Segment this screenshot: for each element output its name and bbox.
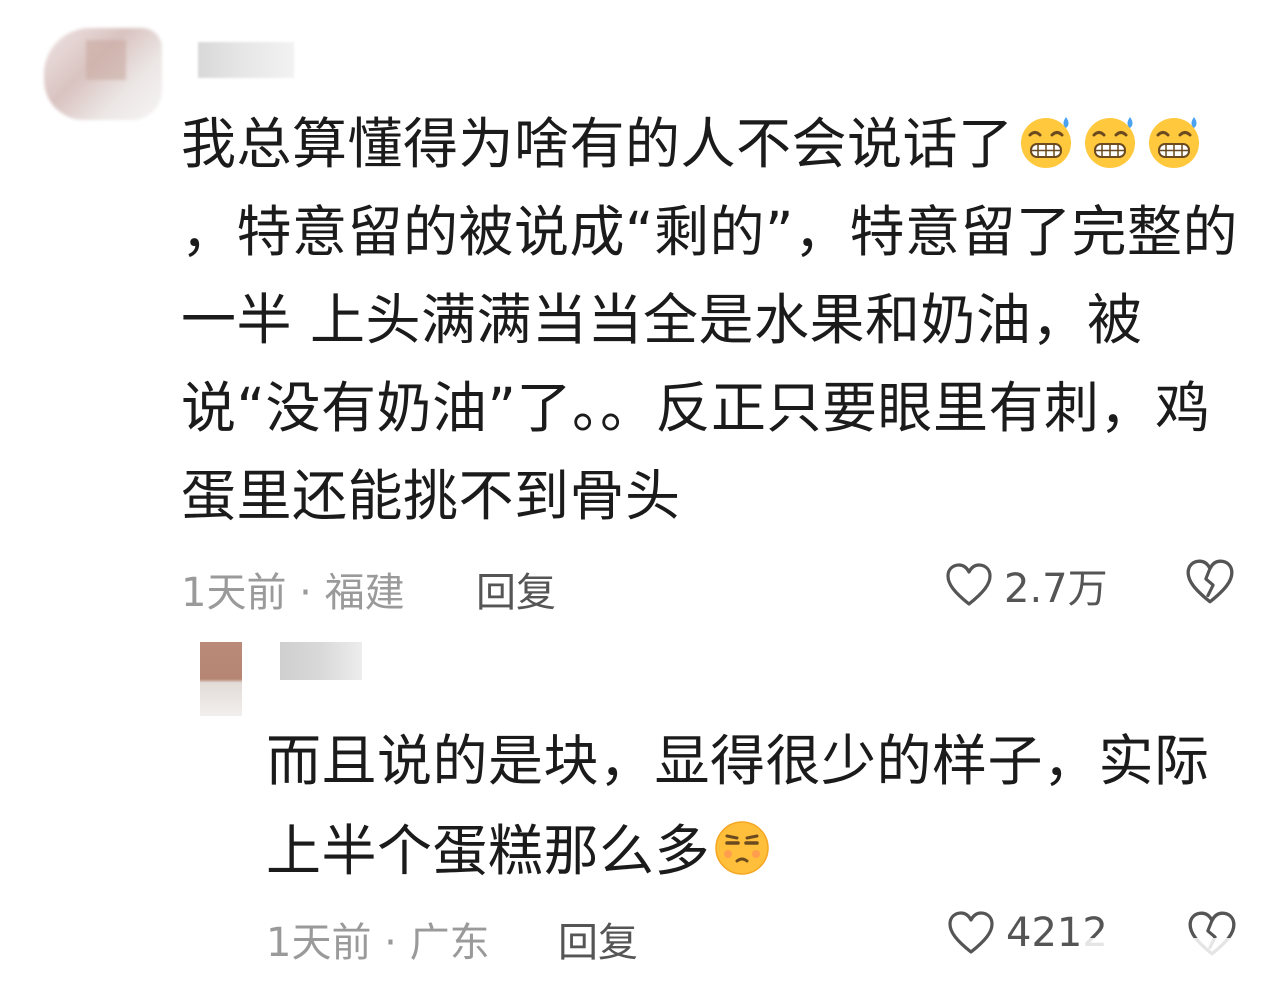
username-blurred[interactable] [280, 642, 362, 680]
grimacing-sweat-emoji-icon [1016, 108, 1076, 168]
username-blurred[interactable] [198, 42, 294, 78]
avatar[interactable] [44, 28, 162, 120]
comment-text: 我总算懂得为啥有的人不会说话了 ，特意留的被说成“剩的”，特意留了完整的一半 上头… [181, 100, 1241, 540]
like-count: 2.7万 [1004, 566, 1108, 612]
reply-button[interactable]: 回复 [558, 910, 638, 968]
comment-time-location: 1天前 · 福建 [181, 570, 405, 616]
comment-text-part1: 我总算懂得为啥有的人不会说话了 [181, 112, 1014, 176]
avatar[interactable] [200, 642, 242, 716]
comment-time-location: 1天前 · 广东 [266, 920, 490, 966]
heart-icon [944, 560, 994, 610]
dislike-button[interactable] [1184, 556, 1236, 608]
like-button[interactable]: 2.7万 [944, 556, 1108, 614]
heart-icon [946, 908, 996, 958]
comment-text-part2: ，特意留的被说成“剩的”，特意留了完整的一半 上头满满当当全是水果和奶油，被说“… [181, 200, 1238, 528]
unamused-face-emoji-icon [712, 814, 772, 875]
grimacing-sweat-emoji-icon [1144, 108, 1204, 168]
reply-button[interactable]: 回复 [476, 560, 556, 618]
comment-text: 而且说的是块，显得很少的样子，实际上半个蛋糕那么多 [266, 716, 1256, 896]
watermark-overlay [1080, 938, 1270, 974]
broken-heart-icon [1184, 556, 1236, 608]
grimacing-sweat-emoji-icon [1080, 108, 1140, 168]
